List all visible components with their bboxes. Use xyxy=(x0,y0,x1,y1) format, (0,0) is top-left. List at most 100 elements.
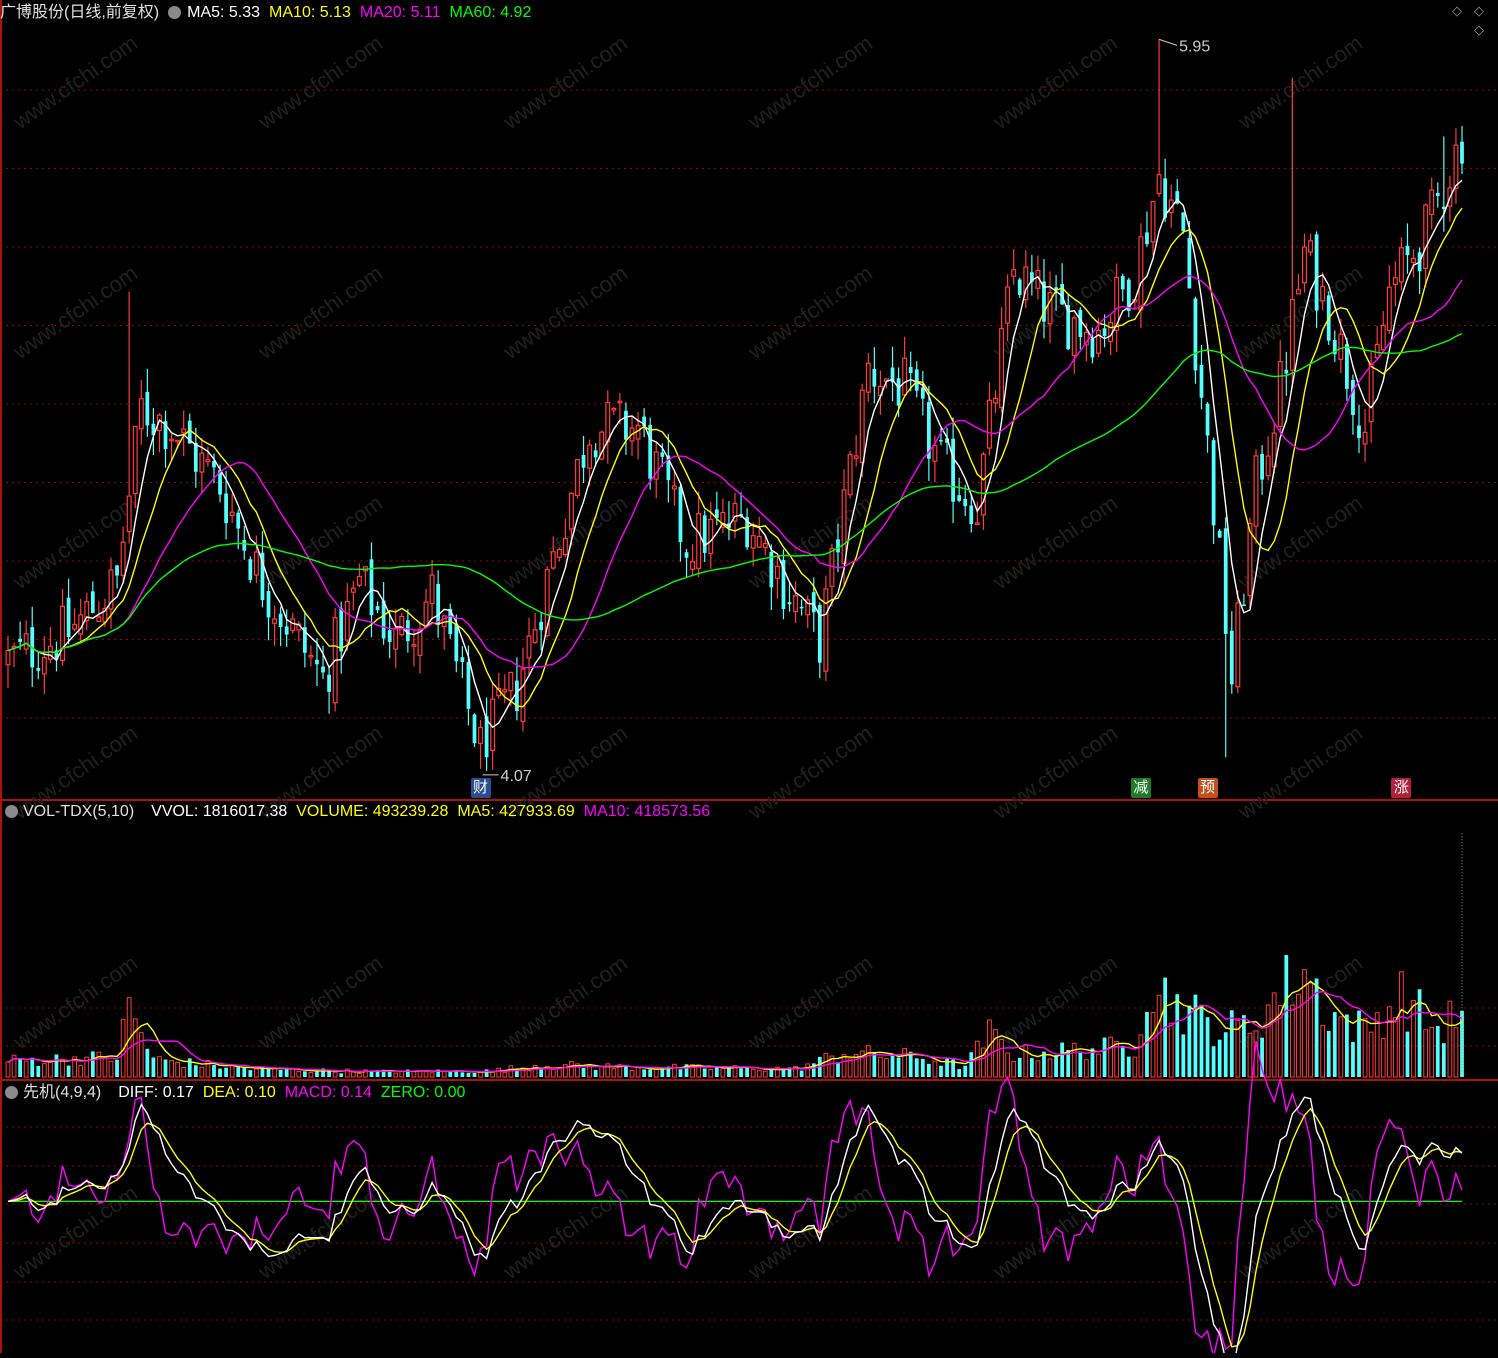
candle xyxy=(169,433,175,460)
candle xyxy=(951,417,955,524)
volume-bar xyxy=(224,1067,228,1077)
watermark-text: www.cfchi.com xyxy=(498,1180,632,1284)
event-badge[interactable]: 减 xyxy=(1130,778,1151,798)
candle xyxy=(611,407,617,416)
watermark-text: www.cfchi.com xyxy=(988,30,1122,134)
volume-bar xyxy=(369,1071,374,1077)
candle xyxy=(1120,273,1125,302)
candle xyxy=(381,582,386,645)
watermark-text: www.cfchi.com xyxy=(1233,720,1367,824)
event-badge[interactable]: 预 xyxy=(1197,778,1218,798)
candle xyxy=(805,595,811,628)
volume-bar xyxy=(30,1057,35,1077)
candle xyxy=(1308,233,1314,256)
diamond-icon[interactable]: ◇ xyxy=(1474,3,1484,19)
stock-chart[interactable]: www.cfchi.com www.cfchi.com www.cfchi.com w… xyxy=(0,0,1498,1358)
volume-bar xyxy=(266,1068,271,1077)
volume-bar xyxy=(54,1054,59,1077)
volume-bar xyxy=(660,1068,665,1077)
volume-bar xyxy=(102,1056,108,1078)
volume-bar xyxy=(1338,1016,1344,1078)
settings-gear-icon[interactable] xyxy=(5,1086,18,1099)
candle xyxy=(702,510,707,563)
candle xyxy=(1453,128,1459,204)
candle xyxy=(999,307,1005,413)
moving-averages xyxy=(7,179,1463,729)
candle xyxy=(1145,211,1149,247)
candle xyxy=(120,526,126,583)
volume-bar xyxy=(472,1073,477,1077)
volume-bar xyxy=(1345,1014,1349,1077)
candle xyxy=(750,522,756,567)
volume-bar xyxy=(1362,1018,1368,1078)
candle xyxy=(908,351,913,392)
volume-bar xyxy=(1060,1042,1065,1077)
candle xyxy=(78,598,84,644)
volume-bar xyxy=(926,1063,931,1077)
candle xyxy=(1380,311,1386,352)
candle xyxy=(575,459,580,499)
volume-bar xyxy=(60,1058,65,1078)
candle xyxy=(1435,182,1440,208)
candle xyxy=(1235,590,1241,694)
volume-legend-item: MA5: 427933.69 xyxy=(457,803,575,820)
volume-bar xyxy=(720,1068,726,1078)
volume-bar xyxy=(1441,1043,1446,1077)
candle xyxy=(387,612,392,659)
volume-bar xyxy=(739,1068,743,1077)
candle xyxy=(145,368,150,437)
volume-bar xyxy=(1132,1056,1138,1078)
volume-bar xyxy=(23,1060,29,1078)
candle xyxy=(1011,249,1017,285)
chart-canvas[interactable]: www.cfchi.com www.cfchi.com www.cfchi.com w… xyxy=(0,0,1498,1358)
volume-bar xyxy=(1047,1058,1053,1078)
volume-bar xyxy=(1096,1053,1101,1078)
candle xyxy=(1277,340,1283,434)
volume-bar xyxy=(799,1070,804,1077)
candle xyxy=(496,672,502,699)
candle xyxy=(478,719,484,769)
volume-bar xyxy=(157,1056,162,1078)
volume-panel-header: VOL-TDX(5,10) VVOL: 1816017.38 VOLUME: 493… xyxy=(0,801,728,823)
volume-bar xyxy=(1108,1036,1113,1078)
candle xyxy=(920,371,925,416)
candle xyxy=(745,508,749,550)
event-badge[interactable]: 财 xyxy=(470,778,491,798)
candle xyxy=(23,620,29,655)
volume-bar xyxy=(1175,994,1180,1077)
volume-bar xyxy=(484,1069,489,1077)
grid-lines xyxy=(0,89,1498,1321)
diamond-icon[interactable]: ◇ xyxy=(1474,22,1484,38)
candle xyxy=(272,605,278,646)
candle xyxy=(1023,250,1029,309)
candle xyxy=(393,608,399,669)
volume-legend-item: VOLUME: 493239.28 xyxy=(296,803,449,820)
diamond-icon[interactable]: ◇ xyxy=(1452,3,1462,19)
candle xyxy=(1374,326,1380,359)
candle xyxy=(902,336,908,396)
candle xyxy=(872,347,877,404)
settings-gear-icon[interactable] xyxy=(5,805,18,818)
volume-bar xyxy=(199,1066,205,1078)
watermark-text: www.cfchi.com xyxy=(743,30,877,134)
panel-borders xyxy=(0,0,1498,1353)
event-badge[interactable]: 涨 xyxy=(1391,778,1412,798)
volume-bar xyxy=(781,1070,786,1077)
candle xyxy=(890,346,895,402)
volume-bar xyxy=(41,1063,47,1078)
volume-bar xyxy=(708,1069,714,1078)
candle xyxy=(229,493,235,523)
candle xyxy=(1156,39,1162,197)
candle xyxy=(1150,200,1156,256)
volume-bar xyxy=(48,1060,53,1078)
volume-bar xyxy=(702,1068,707,1077)
candle xyxy=(671,472,677,506)
volume-bar xyxy=(550,1068,556,1078)
volume-bar xyxy=(138,1032,144,1078)
candle xyxy=(1398,237,1404,291)
volume-bar xyxy=(1181,1034,1186,1077)
volume-bar xyxy=(254,1068,259,1078)
settings-gear-icon[interactable] xyxy=(168,6,182,19)
volume-legend-item: VVOL: 1816017.38 xyxy=(151,803,288,820)
volume-bar xyxy=(878,1056,883,1078)
